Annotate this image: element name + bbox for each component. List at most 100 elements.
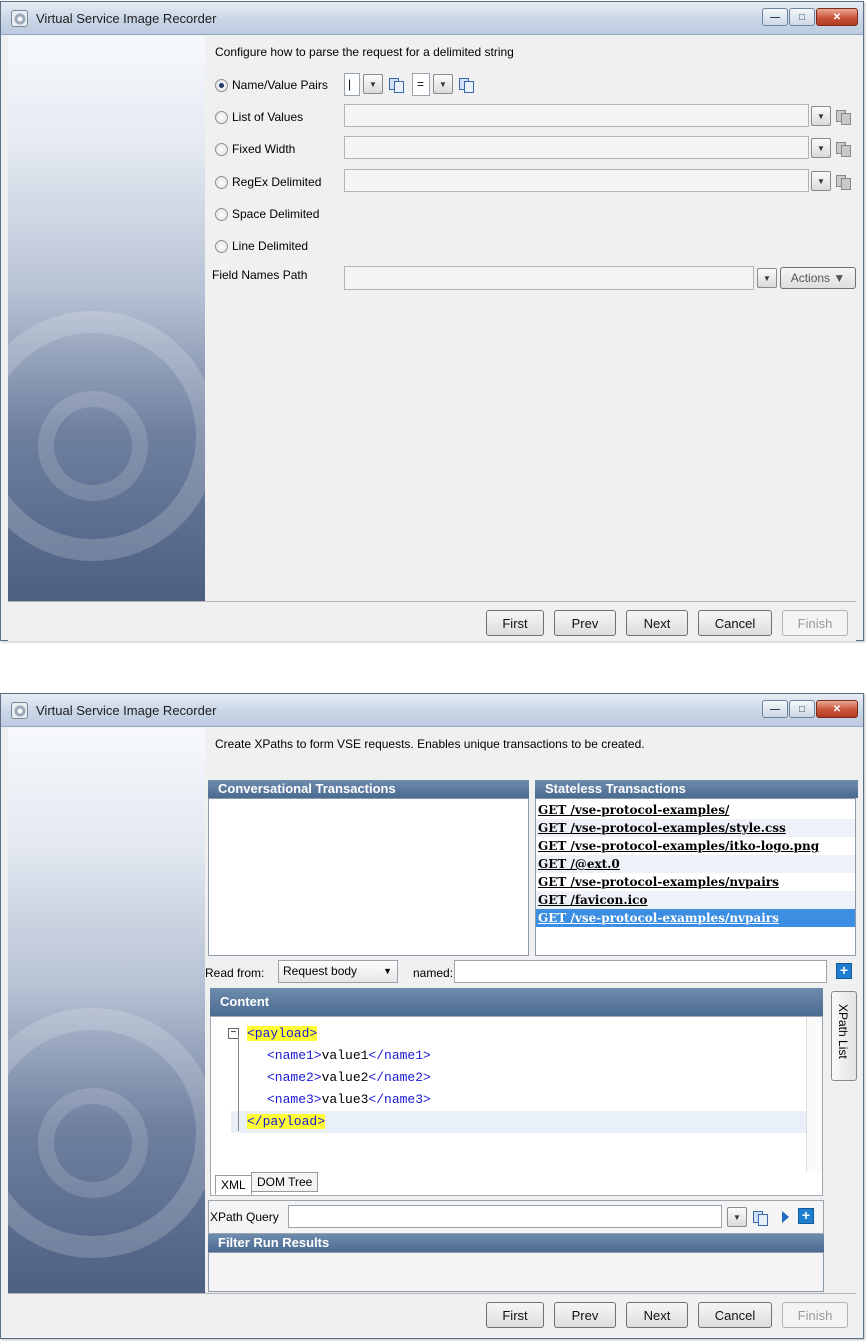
read-from-value: Request body: [283, 964, 358, 978]
close-button[interactable]: ✕: [816, 8, 858, 26]
read-from-label: Read from:: [205, 966, 265, 980]
filter-results-header: Filter Run Results: [208, 1234, 824, 1252]
xml-value: value3: [321, 1092, 369, 1107]
option-label: Line Delimited: [232, 239, 309, 253]
recorder-window-delimited: Virtual Service Image Recorder — □ ✕ Con…: [0, 1, 864, 641]
close-button[interactable]: ✕: [816, 700, 858, 718]
xml-close-tag: </name2>: [368, 1070, 431, 1085]
minimize-button[interactable]: —: [762, 8, 788, 26]
stateless-list[interactable]: GET /vse-protocol-examples/ GET /vse-pro…: [535, 798, 856, 956]
wizard-content: Create XPaths to form VSE requests. Enab…: [205, 728, 858, 1298]
named-label: named:: [413, 966, 454, 980]
prev-button[interactable]: Prev: [554, 610, 616, 636]
pair-delimiter-dropdown[interactable]: ▼: [363, 74, 383, 94]
list-item[interactable]: GET /vse-protocol-examples/style.css: [536, 819, 855, 837]
finish-button: Finish: [782, 610, 848, 636]
stateless-header: Stateless Transactions: [535, 780, 858, 798]
fixed-width-field[interactable]: [344, 136, 809, 159]
instruction-text: Configure how to parse the request for a…: [215, 45, 514, 59]
cancel-button[interactable]: Cancel: [698, 610, 772, 636]
tab-xml[interactable]: XML: [215, 1175, 252, 1195]
title-bar: Virtual Service Image Recorder — □ ✕: [1, 694, 863, 727]
content-header: Content: [210, 988, 823, 1016]
radio-space-delimited[interactable]: [215, 208, 228, 221]
fixed-width-dropdown[interactable]: ▼: [811, 138, 831, 158]
radio-regex-delimited[interactable]: [215, 176, 228, 189]
list-item[interactable]: GET /vse-protocol-examples/: [536, 801, 855, 819]
instruction-text: Create XPaths to form VSE requests. Enab…: [215, 737, 645, 751]
title-bar: Virtual Service Image Recorder — □ ✕: [1, 2, 863, 35]
chevron-down-icon: ▼: [383, 966, 392, 976]
xml-open-tag: <name3>: [267, 1092, 322, 1107]
radio-list-of-values[interactable]: [215, 111, 228, 124]
xpath-list-tab[interactable]: XPath List: [831, 991, 857, 1081]
xml-open-tag: <name2>: [267, 1070, 322, 1085]
filter-results-list[interactable]: [208, 1252, 824, 1292]
next-button[interactable]: Next: [626, 610, 688, 636]
named-input[interactable]: [454, 960, 827, 983]
regex-field[interactable]: [344, 169, 809, 192]
option-label: Fixed Width: [232, 142, 296, 156]
next-button[interactable]: Next: [626, 1302, 688, 1328]
editor-scrollbar[interactable]: [806, 1017, 822, 1172]
xpath-query-dropdown[interactable]: ▼: [727, 1207, 747, 1227]
option-label: Name/Value Pairs: [232, 78, 328, 92]
copy-icon[interactable]: [389, 78, 404, 93]
minimize-button[interactable]: —: [762, 700, 788, 718]
wizard-footer: First Prev Next Cancel Finish: [8, 601, 856, 641]
conversational-header: Conversational Transactions: [208, 780, 529, 798]
actions-button[interactable]: Actions ▼: [780, 267, 856, 289]
radio-line-delimited[interactable]: [215, 240, 228, 253]
copy-icon[interactable]: [459, 78, 474, 93]
list-of-values-dropdown[interactable]: ▼: [811, 106, 831, 126]
maximize-button[interactable]: □: [789, 700, 815, 718]
finish-button: Finish: [782, 1302, 848, 1328]
xml-open-tag: <name1>: [267, 1048, 322, 1063]
list-item[interactable]: GET /vse-protocol-examples/itko-logo.png: [536, 837, 855, 855]
first-button[interactable]: First: [486, 610, 544, 636]
add-icon[interactable]: +: [798, 1208, 814, 1224]
xml-line: <name1>value1</name1>: [231, 1045, 806, 1067]
xml-line: <name3>value3</name3>: [231, 1089, 806, 1111]
copy-icon[interactable]: [753, 1211, 768, 1226]
field-names-path-field[interactable]: [344, 266, 754, 290]
maximize-button[interactable]: □: [789, 8, 815, 26]
pair-delimiter-value: |: [348, 77, 352, 91]
actions-label: Actions: [790, 271, 831, 285]
conversational-list[interactable]: [208, 798, 529, 956]
regex-dropdown[interactable]: ▼: [811, 171, 831, 191]
xml-close-tag: </name1>: [368, 1048, 431, 1063]
list-item[interactable]: GET /@ext.0: [536, 855, 855, 873]
app-icon: [11, 702, 28, 719]
xpath-query-input[interactable]: [288, 1205, 722, 1228]
xml-editor[interactable]: − <payload> <name1>value1</name1> <name2…: [210, 1016, 823, 1196]
value-delimiter-dropdown[interactable]: ▼: [433, 74, 453, 94]
decorative-wheel-inner: [38, 1088, 148, 1198]
list-item[interactable]: GET /favicon.ico: [536, 891, 855, 909]
window-title: Virtual Service Image Recorder: [36, 703, 217, 718]
list-item[interactable]: GET /vse-protocol-examples/nvpairs: [536, 873, 855, 891]
window-title: Virtual Service Image Recorder: [36, 11, 217, 26]
field-names-path-dropdown[interactable]: ▼: [757, 268, 777, 288]
cancel-button[interactable]: Cancel: [698, 1302, 772, 1328]
value-delimiter-field[interactable]: =: [412, 73, 430, 96]
wizard-side-banner: [8, 36, 205, 601]
read-from-select[interactable]: Request body ▼: [278, 960, 398, 983]
xml-view: − <payload> <name1>value1</name1> <name2…: [228, 1023, 806, 1133]
payload-close-tag: </payload>: [247, 1114, 326, 1129]
list-item-selected[interactable]: GET /vse-protocol-examples/nvpairs: [536, 909, 855, 927]
option-label: RegEx Delimited: [232, 175, 322, 189]
pair-delimiter-field[interactable]: |: [344, 73, 360, 96]
list-of-values-field[interactable]: [344, 104, 809, 127]
copy-icon[interactable]: [836, 175, 851, 190]
tree-guide-line: [238, 1035, 239, 1131]
run-icon[interactable]: [782, 1211, 789, 1223]
copy-icon[interactable]: [836, 142, 851, 157]
radio-fixed-width[interactable]: [215, 143, 228, 156]
copy-icon[interactable]: [836, 110, 851, 125]
first-button[interactable]: First: [486, 1302, 544, 1328]
tab-dom-tree[interactable]: DOM Tree: [251, 1172, 319, 1192]
radio-name-value-pairs[interactable]: [215, 79, 228, 92]
add-icon[interactable]: +: [836, 963, 852, 979]
prev-button[interactable]: Prev: [554, 1302, 616, 1328]
